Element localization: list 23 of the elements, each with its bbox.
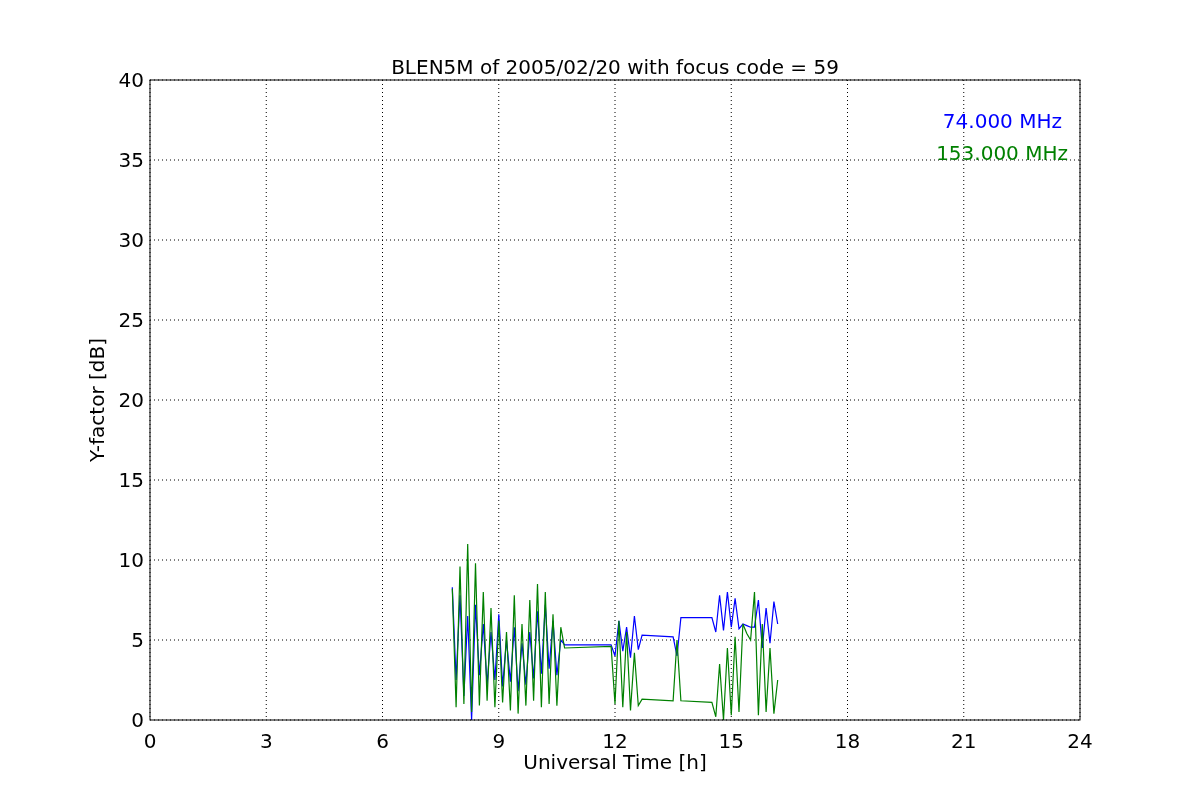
- tick-label: 21: [951, 729, 977, 753]
- axis-label: Universal Time [h]: [523, 750, 707, 774]
- tick-label: 12: [602, 729, 628, 753]
- tick-label: 25: [118, 308, 144, 332]
- tick-label: 18: [834, 729, 861, 753]
- tick-label: 0: [143, 729, 157, 753]
- tick-label: 20: [118, 388, 144, 412]
- legend-label: 153.000 MHz: [936, 141, 1068, 165]
- tick-label: 0: [131, 708, 144, 732]
- tick-label: 35: [118, 148, 144, 172]
- tick-label: 3: [259, 729, 273, 753]
- tick-label: 24: [1067, 729, 1093, 753]
- tick-label: 6: [376, 729, 389, 753]
- tick-label: 5: [131, 628, 144, 652]
- tick-label: 40: [118, 68, 144, 92]
- tick-label: 10: [118, 548, 144, 572]
- legend-label: 74.000 MHz: [942, 109, 1062, 133]
- axis-label: Y-factor [dB]: [85, 338, 109, 462]
- tick-label: 15: [718, 729, 744, 753]
- chart-title: BLEN5M of 2005/02/20 with focus code = 59: [391, 55, 839, 79]
- tick-label: 30: [118, 228, 144, 252]
- tick-label: 15: [118, 468, 144, 492]
- tick-label: 9: [492, 729, 506, 753]
